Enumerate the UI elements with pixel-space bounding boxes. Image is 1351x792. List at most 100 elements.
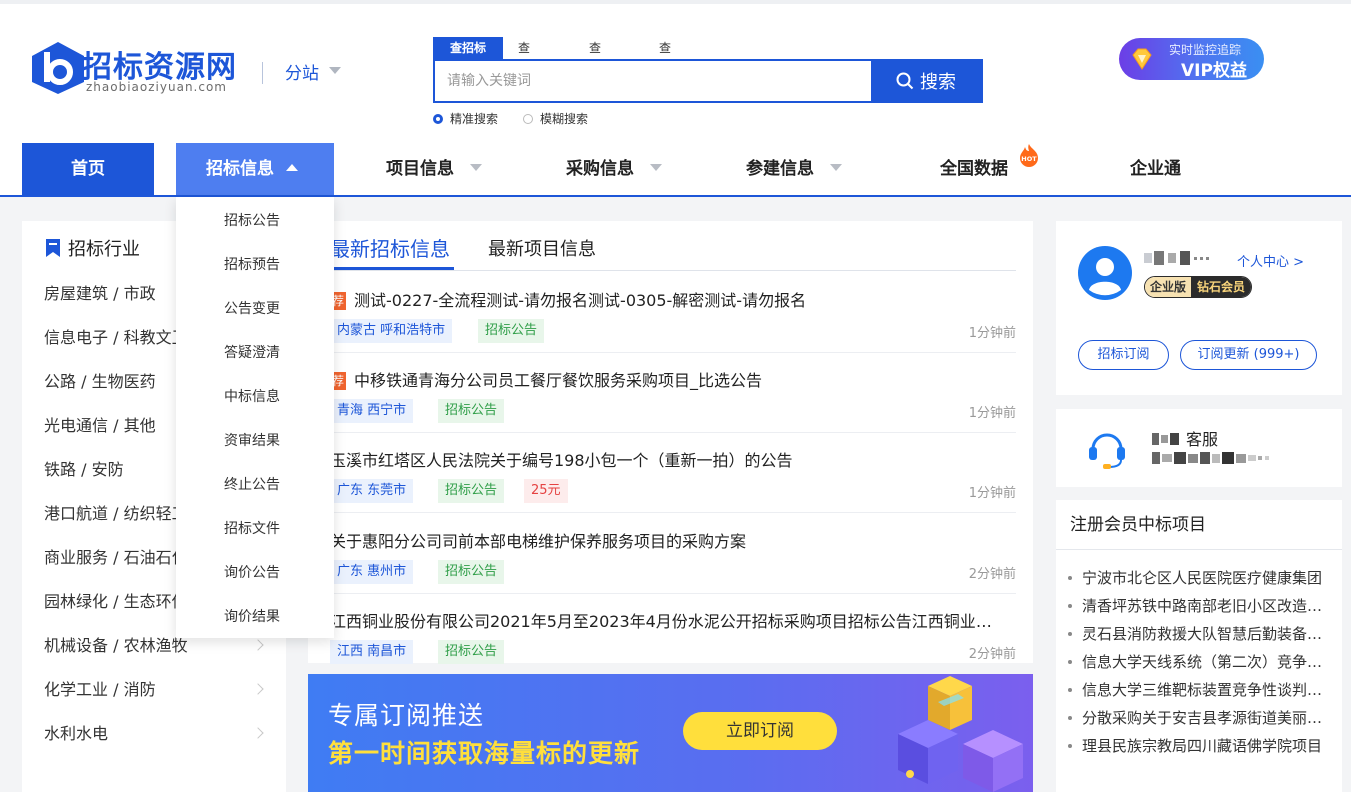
search-tab-person[interactable]: 查人员 bbox=[589, 37, 601, 99]
location-tag[interactable]: 青海 西宁市 bbox=[330, 399, 414, 423]
search-button-label: 搜索 bbox=[920, 72, 956, 93]
search-tab-bid[interactable]: 查招标 bbox=[433, 37, 503, 59]
publish-time: 2分钟前 bbox=[968, 567, 1016, 582]
bullet-dot bbox=[1068, 604, 1072, 608]
vip-benefits-button[interactable]: 实时监控追踪 VIP权益 bbox=[1119, 38, 1264, 81]
publish-time: 2分钟前 bbox=[968, 647, 1016, 662]
avatar[interactable] bbox=[1078, 246, 1132, 300]
exact-search-option[interactable]: 精准搜索 bbox=[433, 110, 498, 127]
publish-time: 1分钟前 bbox=[968, 406, 1016, 421]
winner-item[interactable]: 灵石县消防救援大队智慧后勤装备采购 bbox=[1082, 623, 1332, 644]
nav-project-label: 项目信息 bbox=[386, 159, 454, 179]
dropdown-item[interactable]: 终止公告 bbox=[224, 474, 280, 494]
winner-item[interactable]: 信息大学天线系统（第二次）竞争性谈判 bbox=[1082, 651, 1332, 672]
search-tab-project[interactable]: 查项目 bbox=[659, 37, 671, 99]
dropdown-item[interactable]: 公告变更 bbox=[224, 298, 280, 318]
dropdown-item[interactable]: 答疑澄清 bbox=[224, 342, 280, 362]
user-name-blurred bbox=[1144, 251, 1209, 265]
banner-title: 专属订阅推送 bbox=[328, 701, 485, 730]
bid-row[interactable]: 玉溪市红塔区人民法院关于编号198小包一个（重新一拍）的公告 广东 东莞市 招标… bbox=[330, 433, 1016, 513]
bid-title[interactable]: 荐测试-0227-全流程测试-请勿报名测试-0305-解密测试-请勿报名 bbox=[330, 287, 1016, 311]
bullet-dot bbox=[1068, 632, 1072, 636]
radio-checked-icon[interactable] bbox=[433, 113, 443, 124]
bid-row[interactable]: 荐测试-0227-全流程测试-请勿报名测试-0305-解密测试-请勿报名 内蒙古… bbox=[330, 273, 1016, 353]
headset-icon bbox=[1089, 433, 1125, 469]
search-tab-company[interactable]: 查企业 bbox=[518, 37, 530, 99]
nav-bid-label: 招标信息 bbox=[206, 159, 274, 179]
subscription-banner[interactable]: 专属订阅推送 第一时间获取海量标的更新 立即订阅 bbox=[308, 674, 1033, 792]
bid-title[interactable]: 玉溪市红塔区人民法院关于编号198小包一个（重新一拍）的公告 bbox=[330, 447, 1016, 471]
nav-home[interactable]: 首页 bbox=[22, 143, 154, 195]
industry-item[interactable]: 水利水电 bbox=[44, 712, 274, 756]
dropdown-item[interactable]: 招标公告 bbox=[224, 210, 280, 230]
search-icon bbox=[896, 72, 914, 90]
customer-service-card[interactable]: 客服 bbox=[1056, 409, 1342, 487]
nav-enterprise[interactable]: 企业通 bbox=[1130, 143, 1181, 195]
type-tag[interactable]: 招标公告 bbox=[438, 399, 505, 423]
search-input[interactable] bbox=[447, 69, 867, 93]
industry-item[interactable]: 化学工业 / 消防 bbox=[44, 668, 274, 712]
nav-purchase-label: 采购信息 bbox=[566, 159, 634, 179]
subscribe-now-button[interactable]: 立即订阅 bbox=[683, 712, 837, 750]
service-name-blurred bbox=[1152, 433, 1179, 445]
dropdown-item[interactable]: 资审结果 bbox=[224, 430, 280, 450]
dropdown-item[interactable]: 中标信息 bbox=[224, 386, 280, 406]
winner-item[interactable]: 宁波市北仑区人民医院医疗健康集团 bbox=[1082, 567, 1332, 588]
dropdown-item[interactable]: 询价结果 bbox=[224, 606, 280, 626]
type-tag[interactable]: 招标公告 bbox=[438, 479, 505, 503]
nav-build-info[interactable]: 参建信息 bbox=[746, 143, 842, 195]
service-contact-blurred bbox=[1152, 452, 1269, 464]
search-button[interactable]: 搜索 bbox=[871, 61, 981, 101]
site-header: 招标资源网 zhaobiaoziyuan.com 分站 查招标 查企业 查人员 … bbox=[0, 0, 1351, 143]
location-tag[interactable]: 内蒙古 呼和浩特市 bbox=[330, 319, 453, 343]
bid-subscription-button[interactable]: 招标订阅 bbox=[1078, 340, 1169, 370]
dropdown-item[interactable]: 询价公告 bbox=[224, 562, 280, 582]
edition-label: 企业版 bbox=[1145, 277, 1192, 297]
tab-latest-bids[interactable]: 最新招标信息 bbox=[330, 233, 450, 262]
bid-title[interactable]: 荐中移铁通青海分公司员工餐厅餐饮服务采购项目_比选公告 bbox=[330, 367, 1016, 391]
bullet-dot bbox=[1068, 660, 1072, 664]
fuzzy-search-option[interactable]: 模糊搜索 bbox=[523, 110, 588, 127]
winners-title: 注册会员中标项目 bbox=[1056, 500, 1342, 550]
chevron-down-icon bbox=[830, 163, 842, 171]
tab-divider bbox=[330, 270, 1016, 271]
bid-title[interactable]: 关于惠阳分公司司前本部电梯维护保养服务项目的采购方案 bbox=[330, 528, 1016, 552]
nav-purchase-info[interactable]: 采购信息 bbox=[566, 143, 662, 195]
dropdown-item[interactable]: 招标文件 bbox=[224, 518, 280, 538]
bullet-dot bbox=[1068, 576, 1072, 580]
brand-logo-icon[interactable] bbox=[28, 40, 88, 96]
location-tag[interactable]: 广东 惠州市 bbox=[330, 560, 414, 584]
industry-heading: 招标行业 bbox=[44, 235, 140, 261]
chevron-down-icon[interactable] bbox=[329, 67, 341, 74]
type-tag[interactable]: 招标公告 bbox=[478, 319, 545, 343]
bid-row[interactable]: 关于惠阳分公司司前本部电梯维护保养服务项目的采购方案 广东 惠州市 招标公告 2… bbox=[330, 514, 1016, 594]
bullet-dot bbox=[1068, 716, 1072, 720]
type-tag[interactable]: 招标公告 bbox=[438, 640, 505, 664]
nav-national-data[interactable]: 全国数据 bbox=[940, 143, 1008, 195]
bid-title[interactable]: 江西铜业股份有限公司2021年5月至2023年4月份水泥公开招标采购项目招标公告… bbox=[330, 608, 1002, 632]
winner-item[interactable]: 理县民族宗教局四川藏语佛学院项目 bbox=[1082, 735, 1332, 756]
personal-center-link[interactable]: 个人中心 > bbox=[1237, 251, 1304, 270]
subscription-updates-button[interactable]: 订阅更新 (999+) bbox=[1180, 340, 1317, 370]
tab-latest-projects[interactable]: 最新项目信息 bbox=[488, 235, 596, 261]
isometric-blocks-illustration bbox=[898, 676, 1023, 792]
publish-time: 1分钟前 bbox=[968, 486, 1016, 501]
chevron-down-icon bbox=[650, 163, 662, 171]
winner-item[interactable]: 分散采购关于安吉县孝源街道美丽乡村 bbox=[1082, 707, 1332, 728]
logo-divider bbox=[262, 62, 263, 84]
winner-item[interactable]: 信息大学三维靶标装置竞争性谈判公告 bbox=[1082, 679, 1332, 700]
nav-bid-info[interactable]: 招标信息 bbox=[176, 143, 334, 195]
branch-selector[interactable]: 分站 bbox=[285, 59, 319, 84]
bid-row[interactable]: 荐中移铁通青海分公司员工餐厅餐饮服务采购项目_比选公告 青海 西宁市 招标公告 … bbox=[330, 353, 1016, 433]
bid-row[interactable]: 江西铜业股份有限公司2021年5月至2023年4月份水泥公开招标采购项目招标公告… bbox=[330, 594, 1016, 674]
vip-label: VIP权益 bbox=[1181, 61, 1247, 81]
winner-item[interactable]: 清香坪苏铁中路南部老旧小区改造工程 bbox=[1082, 595, 1332, 616]
member-winning-projects: 注册会员中标项目 宁波市北仑区人民医院医疗健康集团 清香坪苏铁中路南部老旧小区改… bbox=[1056, 500, 1342, 792]
chevron-down-icon bbox=[470, 163, 482, 171]
type-tag[interactable]: 招标公告 bbox=[438, 560, 505, 584]
radio-unchecked-icon[interactable] bbox=[523, 113, 533, 124]
nav-project-info[interactable]: 项目信息 bbox=[386, 143, 482, 195]
dropdown-item[interactable]: 招标预告 bbox=[224, 254, 280, 274]
location-tag[interactable]: 江西 南昌市 bbox=[330, 640, 414, 664]
location-tag[interactable]: 广东 东莞市 bbox=[330, 479, 414, 503]
